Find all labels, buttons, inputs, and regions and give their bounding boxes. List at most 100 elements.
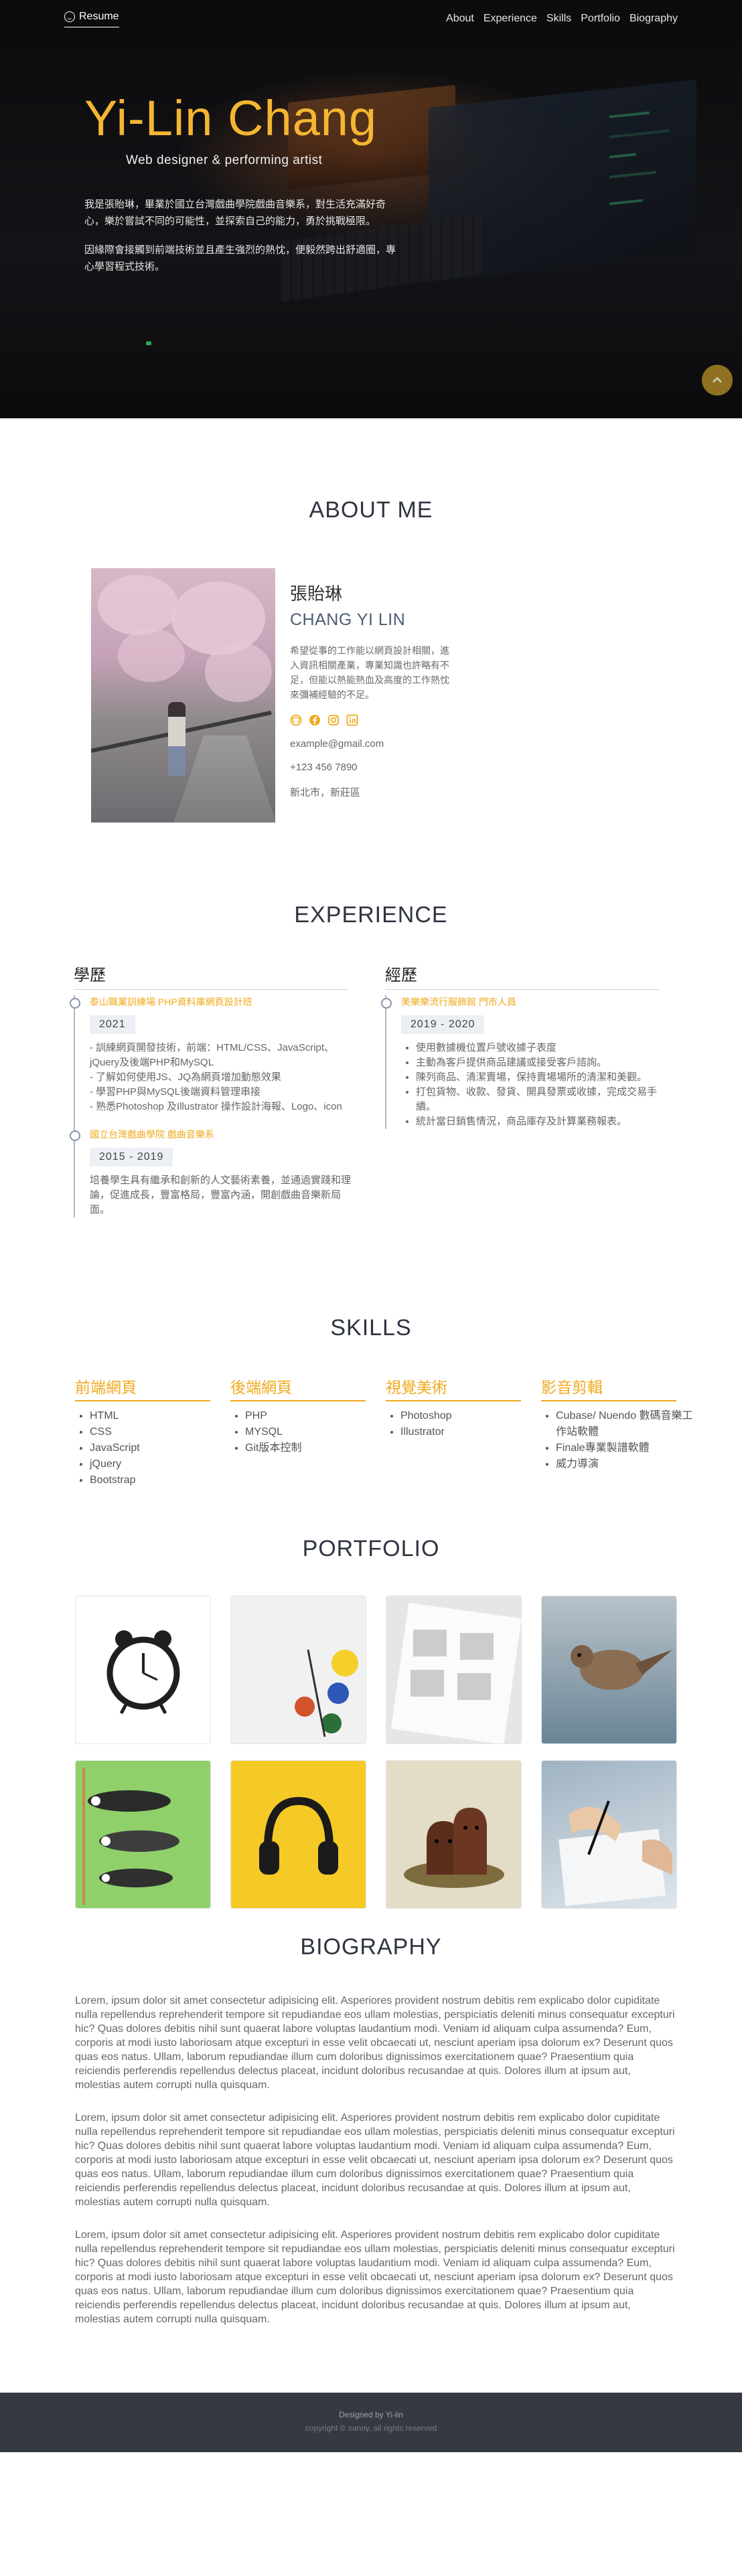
skill-group-heading: 視覺美術 [386,1375,521,1401]
timeline-bullet: 打包貨物、收款、發貨、開具發票或收據，完成交易手續。 [416,1085,666,1114]
timeline-line: - 熟悉Photoshop 及Illustrator 操作設計海報、Logo、i… [90,1101,342,1112]
timeline-title: 泰山職業訓練場 PHP資料庫網頁設計班 [90,997,252,1007]
skill-group-heading: 後端網頁 [230,1375,366,1401]
section-title: SKILLS [330,1315,412,1341]
chevron-up-icon [713,377,722,383]
portfolio-section: PORTFOLIO [0,1536,742,1914]
timeline-date: 2021 [90,1015,135,1034]
timeline-bullet: 主動為客戶提供商品建議或接受客戶諮詢。 [416,1055,666,1070]
skill-item: Photoshop [400,1408,541,1424]
profile-photo [91,568,275,823]
hero-intro: 因緣際會接觸到前端技術並且產生強烈的熱忱，便毅然跨出舒適圈，專心學習程式技術。 [84,244,396,272]
skill-group: 視覺美術 Photoshop Illustrator [386,1375,541,1488]
timeline-date: 2015 - 2019 [90,1148,173,1167]
portfolio-item-writing[interactable] [541,1760,677,1909]
skill-item: JavaScript [90,1440,230,1456]
timeline-line: - 了解如何使用JS、JQ為網頁增加動態效果 [90,1071,281,1083]
portfolio-item-paint[interactable] [230,1596,366,1744]
footer-copyright: copyright © sanny, all rights reserved [305,2423,437,2433]
timeline-bullet: 陳列商品、清潔賣場，保持賣場場所的清潔和美觀。 [416,1070,666,1085]
nav-about[interactable]: About [446,13,474,25]
skill-item: MYSQL [245,1424,386,1440]
portfolio-item-bird[interactable] [541,1596,677,1744]
footer: Designed by Yi-lin copyright © sanny, al… [0,2393,742,2452]
work-heading: 經歷 [385,962,660,990]
skill-group-heading: 影音剪輯 [541,1375,676,1401]
nav-biography[interactable]: Biography [629,13,678,25]
bio-paragraph: Lorem, ipsum dolor sit amet consectetur … [75,2229,675,2325]
skill-item: HTML [90,1408,230,1424]
portfolio-item-koinobori[interactable] [75,1760,211,1909]
back-to-top-button[interactable] [702,365,733,396]
instagram-icon[interactable] [327,714,340,726]
navbar: Resume About Experience Skills Portfolio… [0,0,742,37]
education-timeline: 泰山職業訓練場 PHP資料庫網頁設計班 2021 - 訓練網頁開發技術，前端：H… [70,995,385,1217]
brand-label: Resume [79,10,119,22]
profile-email[interactable]: example@gmail.com [290,738,451,750]
about-section: ABOUT ME 張貽琳 CHANG YI LIN 希望從事的工作能以網頁設計相… [0,418,742,870]
brand-link[interactable]: Resume [64,11,119,27]
education-heading: 學歷 [74,962,348,990]
skill-item: Illustrator [400,1424,541,1440]
profile-description: 希望從事的工作能以網頁設計相關，進入資訊相關產業，專業知識也許略有不足，但能以熱… [290,645,449,700]
linkedin-icon[interactable] [346,714,358,726]
education-column: 學歷 泰山職業訓練場 PHP資料庫網頁設計班 2021 - 訓練網頁開發技術，前… [70,962,385,1231]
skill-group: 前端網頁 HTML CSS JavaScript jQuery Bootstra… [75,1375,230,1488]
bio-paragraph: Lorem, ipsum dolor sit amet consectetur … [75,1995,675,2091]
timeline-item: 美樂樂流行服飾館 門市人員 2019 - 2020 使用數據機位置戶號收據子表度… [381,995,696,1129]
timeline-bullet: 使用數據機位置戶號收據子表度 [416,1041,666,1055]
timeline-item: 國立台灣戲曲學院 戲曲音樂系 2015 - 2019 培養學生具有繼承和創新的人… [70,1128,385,1217]
skill-item: 威力導演 [556,1456,696,1472]
skill-group-heading: 前端網頁 [75,1375,210,1401]
hero-name: Yi-Lin Chang [84,90,378,146]
skills-section: SKILLS 前端網頁 HTML CSS JavaScript jQuery B… [0,1282,742,1536]
profile-location: 新北市，新莊區 [290,787,361,798]
skill-item: Finale專業製譜軟體 [556,1440,696,1456]
hero-section: Resume About Experience Skills Portfolio… [0,0,742,418]
portfolio-item-calendar[interactable] [386,1596,522,1744]
timeline-bullet: 統計當日銷售情況，商品庫存及計算業務報表。 [416,1114,666,1129]
timeline-title: 美樂樂流行服飾館 門市人員 [401,997,516,1007]
profile-phone[interactable]: +123 456 7890 [290,762,451,773]
work-timeline: 美樂樂流行服飾館 門市人員 2019 - 2020 使用數據機位置戶號收據子表度… [381,995,696,1129]
hero-tagline: Web designer & performing artist [126,153,323,167]
smile-icon [64,11,75,22]
experience-section: EXPERIENCE 學歷 泰山職業訓練場 PHP資料庫網頁設計班 2021 -… [0,870,742,1282]
timeline-line: - 訓練網頁開發技術，前端：HTML/CSS、JavaScript、jQuery… [90,1042,335,1068]
portfolio-item-headphones[interactable] [230,1760,366,1909]
bio-paragraph: Lorem, ipsum dolor sit amet consectetur … [75,2112,675,2208]
skill-item: Git版本控制 [245,1440,386,1456]
timeline-line: 培養學生具有繼承和創新的人文藝術素養，並通過實踐和理論，促進成長，豐富格局，豐富… [90,1175,352,1215]
skill-item: Cubase/ Nuendo 數碼音樂工作站軟體 [556,1408,696,1440]
nav-portfolio[interactable]: Portfolio [581,13,620,25]
footer-designer: Designed by Yi-lin [338,2410,404,2419]
skill-item: jQuery [90,1456,230,1472]
social-links [290,714,451,726]
section-title: ABOUT ME [309,497,433,523]
biography-section: BIOGRAPHY Lorem, ipsum dolor sit amet co… [0,1914,742,2393]
timeline-item: 泰山職業訓練場 PHP資料庫網頁設計班 2021 - 訓練網頁開發技術，前端：H… [70,995,385,1114]
timeline-date: 2019 - 2020 [401,1015,485,1034]
timeline-title: 國立台灣戲曲學院 戲曲音樂系 [90,1129,214,1140]
work-column: 經歷 美樂樂流行服飾館 門市人員 2019 - 2020 使用數據機位置戶號收據… [381,962,696,1231]
skill-item: CSS [90,1424,230,1440]
github-icon[interactable] [290,714,302,726]
section-title: PORTFOLIO [302,1536,440,1561]
nav-experience[interactable]: Experience [484,13,537,25]
section-title: EXPERIENCE [294,902,448,928]
section-title: BIOGRAPHY [300,1934,442,1960]
nav-skills[interactable]: Skills [546,13,571,25]
portfolio-item-diglett[interactable] [386,1760,522,1909]
profile-name-cn: 張貽琳 [290,584,343,604]
nav-menu: About Experience Skills Portfolio Biogra… [446,13,678,25]
portfolio-item-clock[interactable] [75,1596,211,1744]
profile-name-en: CHANG YI LIN [290,610,406,629]
skill-item: PHP [245,1408,386,1424]
skill-item: Bootstrap [90,1472,230,1488]
hero-content: Yi-Lin Chang Web designer & performing a… [84,90,402,275]
status-dot [146,341,151,345]
hero-intro: 我是張貽琳，畢業於國立台灣戲曲學院戲曲音樂系，對生活充滿好奇心，樂於嘗試不同的可… [84,199,386,227]
timeline-line: - 學習PHP與MySQL後端資料管理串接 [90,1086,261,1098]
skill-group: 影音剪輯 Cubase/ Nuendo 數碼音樂工作站軟體 Finale專業製譜… [541,1375,696,1488]
facebook-icon[interactable] [309,714,321,726]
